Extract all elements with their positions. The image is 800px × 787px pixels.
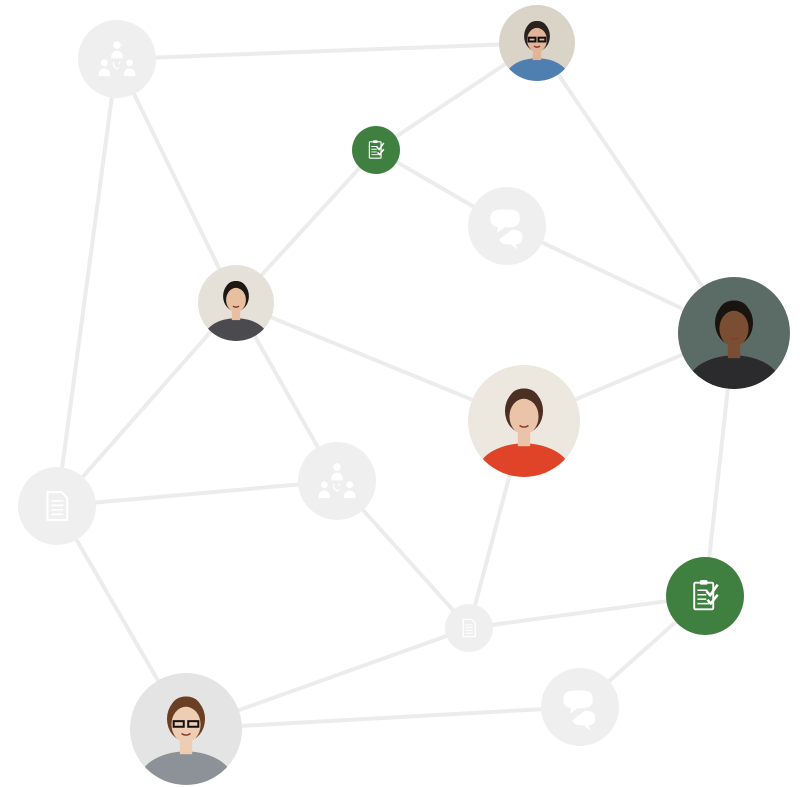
- avatar-person-left: [198, 265, 274, 341]
- node-chat-bottom: [541, 668, 619, 746]
- avatar-person-bottom-left: [130, 673, 242, 785]
- node-team-center: [298, 442, 376, 520]
- edge-person-bottom-left-to-chat-bottom: [184, 705, 582, 731]
- avatar-person-top: [499, 5, 575, 81]
- edge-team-top-left-to-person-top: [115, 41, 539, 61]
- node-doc-left: [18, 467, 96, 545]
- network-diagram: [18, 5, 790, 785]
- edge-person-left-to-doc-left: [55, 301, 238, 508]
- node-task-top: [352, 126, 400, 174]
- node-chat-upper: [468, 187, 546, 265]
- avatar-person-center: [468, 365, 580, 477]
- edge-doc-left-to-team-center: [55, 479, 339, 508]
- avatar-person-right: [678, 277, 790, 389]
- node-task-bottom-right: [666, 557, 744, 635]
- nodes-layer: [18, 5, 790, 785]
- edge-team-top-left-to-doc-left: [55, 57, 119, 508]
- edge-team-top-left-to-person-left: [115, 57, 238, 305]
- node-doc-small: [445, 604, 493, 652]
- node-team-top-left: [78, 20, 156, 98]
